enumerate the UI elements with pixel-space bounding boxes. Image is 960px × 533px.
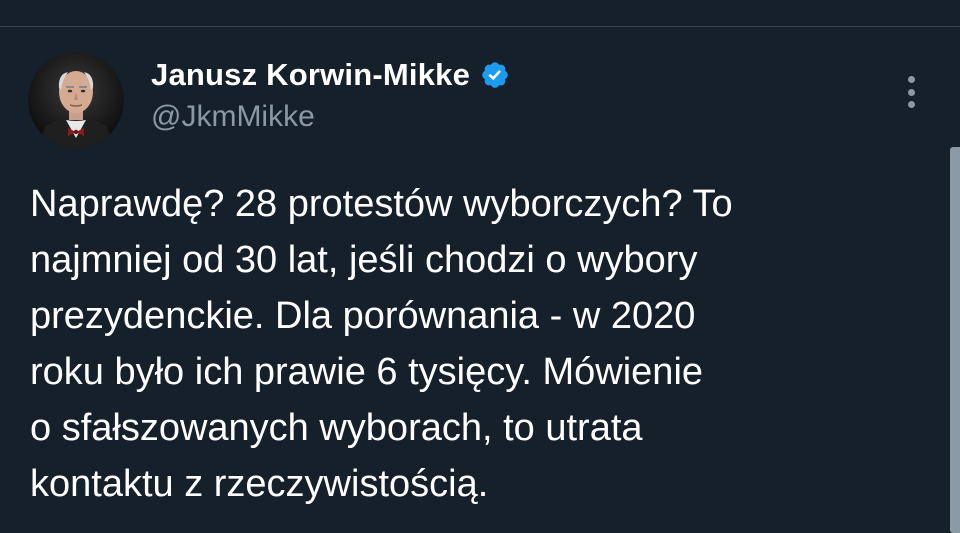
author-name-row[interactable]: Janusz Korwin-Mikke	[151, 55, 510, 95]
tweet-text-line: kontaktu z rzeczywistością.	[30, 463, 489, 505]
tweet-text-line: najmniej od 30 lat, jeśli chodzi o wybor…	[30, 239, 698, 281]
tweet-text-line: o sfałszowanych wyborach, to utrata	[30, 407, 643, 449]
author-handle[interactable]: @JkmMikke	[151, 100, 315, 134]
avatar[interactable]	[28, 52, 124, 148]
avatar-photo-icon	[28, 52, 124, 148]
tweet-text-line: roku było ich prawie 6 tysięcy. Mówienie	[30, 351, 704, 393]
more-vertical-icon-dot	[907, 76, 915, 83]
tweet-text-line: Naprawdę? 28 protestów wyborczych? To	[30, 183, 733, 225]
tweet-text: Naprawdę? 28 protestów wyborczych? To na…	[30, 176, 910, 512]
scrollbar-thumb[interactable]	[950, 147, 960, 533]
more-options-button[interactable]	[896, 70, 926, 114]
more-vertical-icon-dot	[907, 88, 915, 96]
top-divider	[0, 0, 960, 27]
tweet-text-line: prezydenckie. Dla porównania - w 2020	[30, 295, 696, 337]
author-name[interactable]: Janusz Korwin-Mikke	[151, 57, 470, 93]
verified-badge-icon[interactable]	[480, 60, 510, 90]
more-vertical-icon-dot	[907, 101, 915, 108]
